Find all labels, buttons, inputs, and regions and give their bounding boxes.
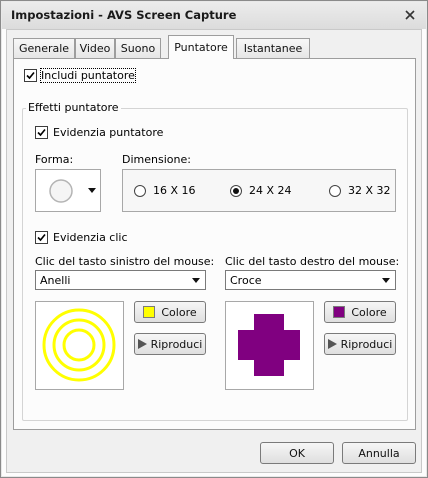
- tab-suono[interactable]: Suono: [115, 38, 161, 58]
- title-bar[interactable]: Impostazioni - AVS Screen Capture: [2, 2, 426, 29]
- dimension-24-label[interactable]: 24 X 24: [249, 184, 292, 197]
- chevron-down-icon: [380, 275, 392, 286]
- highlight-pointer-label[interactable]: Evidenzia puntatore: [53, 126, 163, 139]
- right-click-color-button[interactable]: Colore: [324, 301, 396, 323]
- dimension-32-radio[interactable]: [329, 185, 341, 197]
- color-swatch: [333, 306, 346, 318]
- right-click-effect-value: Croce: [230, 274, 262, 287]
- settings-dialog: Impostazioni - AVS Screen Capture Genera…: [0, 0, 428, 478]
- radio-selected-dot: [233, 188, 239, 194]
- tab-generale[interactable]: Generale: [13, 38, 75, 58]
- checkmark-icon: [37, 233, 46, 242]
- close-button[interactable]: [400, 5, 420, 25]
- play-icon: [327, 339, 337, 349]
- dimension-group: 16 X 16 24 X 24 32 X 32: [122, 169, 396, 212]
- left-click-color-button[interactable]: Colore: [134, 301, 206, 323]
- right-click-play-button[interactable]: Riproduci: [324, 333, 396, 355]
- right-click-label: Clic del tasto destro del mouse:: [225, 255, 400, 268]
- tab-label: Istantanee: [243, 42, 303, 55]
- tab-label: Generale: [18, 42, 70, 55]
- dimension-16-label[interactable]: 16 X 16: [153, 184, 196, 197]
- tab-video[interactable]: Video: [75, 38, 115, 58]
- left-click-color-label: Colore: [161, 305, 197, 319]
- tab-label: Suono: [120, 42, 156, 55]
- shape-dropdown[interactable]: [35, 169, 101, 212]
- right-click-play-label: Riproduci: [340, 337, 393, 351]
- left-click-effect-value: Anelli: [40, 274, 71, 287]
- play-icon: [137, 339, 147, 349]
- highlight-click-checkbox[interactable]: [35, 231, 48, 244]
- left-click-play-label: Riproduci: [150, 337, 203, 351]
- tab-label: Puntatore: [174, 41, 228, 54]
- cross-effect-icon: [238, 314, 300, 376]
- chevron-down-icon: [88, 188, 96, 193]
- right-click-color-label: Colore: [351, 305, 387, 319]
- dialog-body: Generale Video Suono Puntatore Istantane…: [6, 29, 422, 473]
- circle-shape-icon: [49, 179, 73, 203]
- tab-label: Video: [79, 42, 111, 55]
- dimension-16-radio[interactable]: [134, 185, 146, 197]
- highlight-pointer-checkbox[interactable]: [35, 126, 48, 139]
- close-icon: [405, 10, 415, 20]
- include-pointer-checkbox[interactable]: [24, 69, 37, 82]
- rings-effect-icon: [42, 308, 116, 382]
- tab-istantanee[interactable]: Istantanee: [236, 38, 310, 58]
- include-pointer-label[interactable]: Includi puntatore: [40, 68, 136, 83]
- shape-label: Forma:: [35, 153, 74, 166]
- left-click-effect-select[interactable]: Anelli: [35, 270, 206, 290]
- right-click-effect-select[interactable]: Croce: [225, 270, 396, 290]
- ok-button[interactable]: OK: [260, 442, 334, 464]
- window-title: Impostazioni - AVS Screen Capture: [11, 8, 237, 22]
- checkmark-icon: [26, 71, 35, 80]
- tab-puntatore[interactable]: Puntatore: [168, 35, 234, 59]
- dimension-label: Dimensione:: [122, 153, 191, 166]
- ok-label: OK: [289, 446, 305, 460]
- checkmark-icon: [37, 128, 46, 137]
- cancel-label: Annulla: [358, 446, 400, 460]
- dimension-32-label[interactable]: 32 X 32: [348, 184, 391, 197]
- pointer-tab-panel: Includi puntatore Effetti puntatore Evid…: [13, 58, 416, 430]
- color-swatch: [143, 306, 156, 318]
- left-click-label: Clic del tasto sinistro del mouse:: [35, 255, 215, 268]
- highlight-click-label[interactable]: Evidenzia clic: [53, 231, 128, 244]
- right-click-preview: [225, 301, 314, 390]
- cancel-button[interactable]: Annulla: [342, 442, 416, 464]
- chevron-down-icon: [190, 275, 202, 286]
- left-click-preview: [35, 301, 124, 390]
- pointer-effects-title: Effetti puntatore: [26, 101, 121, 114]
- dimension-24-radio[interactable]: [230, 185, 242, 197]
- left-click-play-button[interactable]: Riproduci: [134, 333, 206, 355]
